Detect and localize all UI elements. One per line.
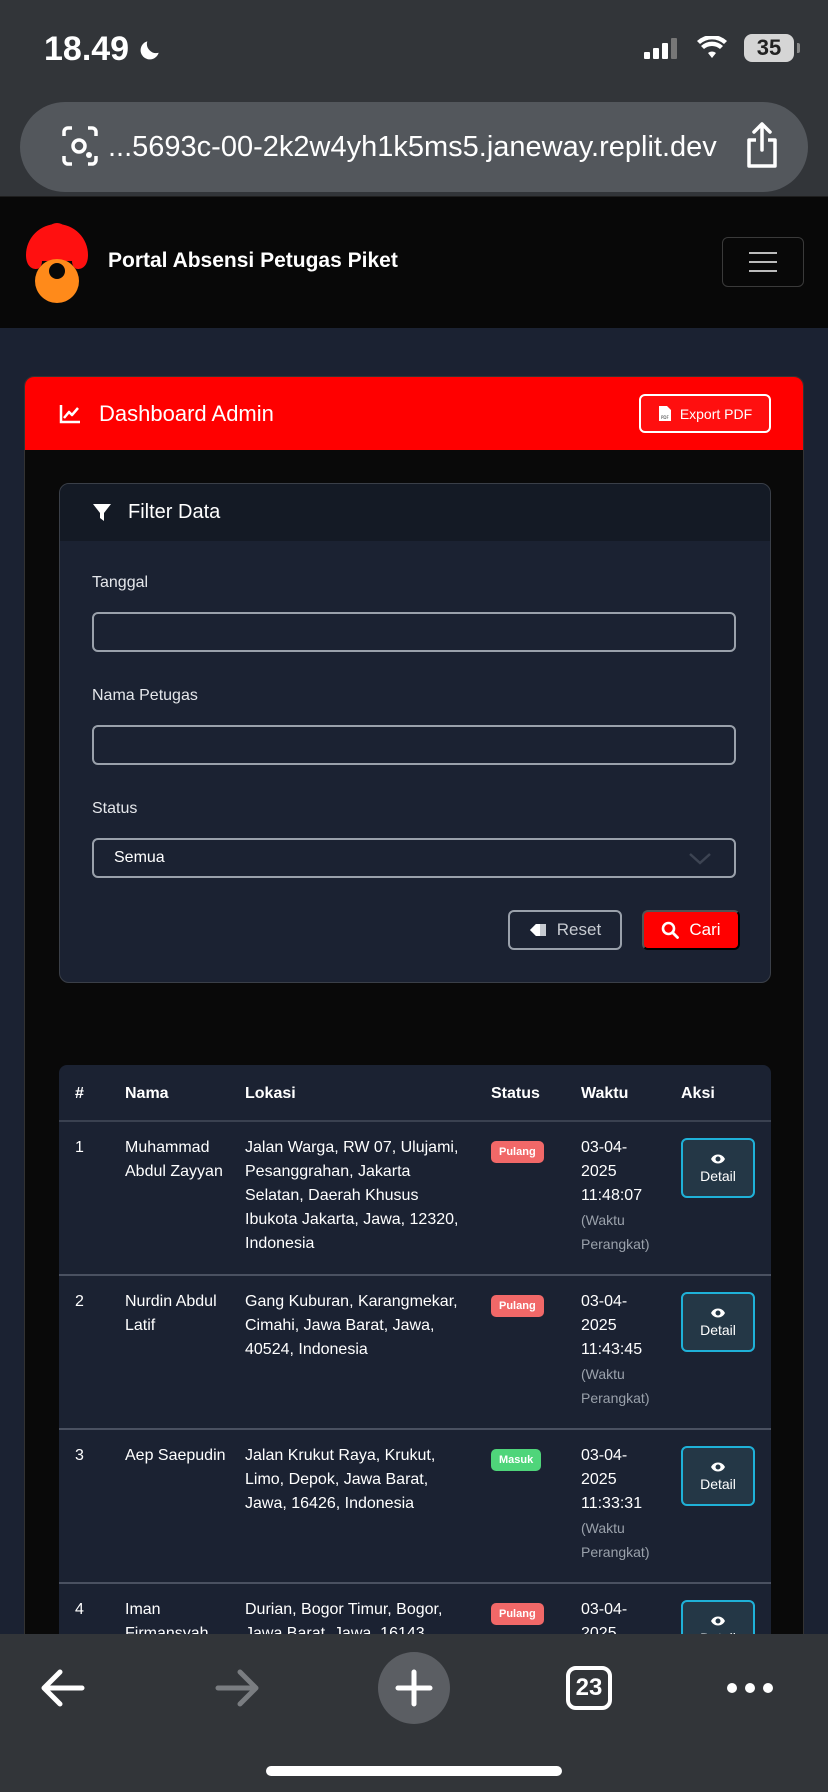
app-logo[interactable] bbox=[22, 221, 94, 305]
file-pdf-icon: PDF bbox=[658, 406, 671, 421]
date-label: Tanggal bbox=[92, 574, 149, 591]
tabs-button[interactable]: 23 bbox=[553, 1652, 625, 1724]
eye-icon bbox=[711, 1154, 725, 1163]
detail-button[interactable]: Detail bbox=[681, 1446, 755, 1506]
battery-icon: 35 bbox=[744, 34, 800, 62]
back-button[interactable] bbox=[26, 1652, 98, 1724]
moon-icon bbox=[140, 40, 159, 59]
signal-icon bbox=[644, 38, 677, 59]
card-header: Dashboard Admin PDF Export PDF bbox=[25, 377, 803, 450]
status-badge: Pulang bbox=[491, 1603, 544, 1625]
status-label: Status bbox=[92, 800, 138, 817]
timestamp: 03-04-2025 11:43:45 bbox=[581, 1293, 643, 1358]
status-time: 18.49 bbox=[44, 30, 163, 69]
col-header-aksi: Aksi bbox=[681, 1085, 715, 1102]
ios-status-area: 18.49 35 ...5693c-00-2k2w4yh1k5ms5.janew… bbox=[0, 0, 828, 196]
table-row: 1 Muhammad Abdul Zayyan Jalan Warga, RW … bbox=[59, 1122, 771, 1276]
eye-icon bbox=[711, 1308, 725, 1317]
reset-label: Reset bbox=[556, 920, 602, 939]
forward-button[interactable] bbox=[202, 1652, 274, 1724]
search-icon bbox=[662, 921, 680, 939]
chart-line-icon bbox=[59, 404, 80, 423]
table-row: 3 Aep Saepudin Jalan Krukut Raya, Krukut… bbox=[59, 1430, 771, 1584]
time-note: (Waktu Perangkat) bbox=[581, 1212, 650, 1252]
timestamp: 03-04-2025 11:33:31 bbox=[581, 1447, 643, 1512]
clock-text: 18.49 bbox=[44, 30, 130, 68]
col-header-lokasi[interactable]: Lokasi bbox=[245, 1065, 471, 1122]
table-row: 2 Nurdin Abdul Latif Gang Kuburan, Karan… bbox=[59, 1276, 771, 1430]
detail-button[interactable]: Detail bbox=[681, 1292, 755, 1352]
date-input[interactable] bbox=[92, 612, 736, 652]
row-number: 1 bbox=[75, 1139, 84, 1156]
col-header-waktu[interactable]: Waktu bbox=[581, 1065, 661, 1122]
col-header-nama[interactable]: Nama bbox=[125, 1065, 235, 1122]
wifi-icon bbox=[697, 36, 727, 58]
dashboard-title: Dashboard Admin bbox=[99, 400, 274, 426]
time-note: (Waktu Perangkat) bbox=[581, 1366, 650, 1406]
dashboard-card: Dashboard Admin PDF Export PDF Filter Da… bbox=[24, 376, 804, 1666]
url-text[interactable]: ...5693c-00-2k2w4yh1k5ms5.janeway.replit… bbox=[108, 102, 717, 192]
brand-title[interactable]: Portal Absensi Petugas Piket bbox=[108, 249, 398, 273]
status-select[interactable]: Semua bbox=[92, 838, 736, 878]
col-header-no: # bbox=[75, 1085, 84, 1102]
col-header-status[interactable]: Status bbox=[491, 1065, 540, 1122]
navbar: Portal Absensi Petugas Piket bbox=[0, 196, 828, 328]
chevron-down-icon bbox=[689, 853, 711, 865]
card-title: Dashboard Admin bbox=[59, 377, 274, 450]
status-badge: Masuk bbox=[491, 1449, 542, 1471]
export-pdf-button[interactable]: PDF Export PDF bbox=[639, 394, 771, 433]
location-text: Jalan Krukut Raya, Krukut, Limo, Depok, … bbox=[245, 1447, 436, 1512]
plus-icon bbox=[395, 1669, 433, 1707]
more-button[interactable] bbox=[714, 1652, 786, 1724]
location-text: Gang Kuburan, Karangmekar, Cimahi, Jawa … bbox=[245, 1293, 458, 1358]
name-label: Nama Petugas bbox=[92, 687, 198, 704]
row-number: 3 bbox=[75, 1447, 84, 1464]
menu-toggle-button[interactable] bbox=[722, 237, 804, 287]
new-tab-button[interactable] bbox=[378, 1652, 450, 1724]
detail-button[interactable]: Detail bbox=[681, 1138, 755, 1198]
status-selected: Semua bbox=[114, 849, 165, 866]
svg-text:PDF: PDF bbox=[661, 415, 669, 420]
filter-panel: Filter Data Tanggal Nama Petugas Status … bbox=[59, 483, 771, 983]
officer-name: Aep Saepudin bbox=[125, 1447, 226, 1464]
filter-icon bbox=[93, 503, 111, 521]
row-number: 4 bbox=[75, 1601, 84, 1618]
camera-lens-icon[interactable] bbox=[60, 124, 100, 168]
share-icon[interactable] bbox=[744, 120, 780, 170]
officer-name: Muhammad Abdul Zayyan bbox=[125, 1139, 223, 1180]
battery-level: 35 bbox=[756, 35, 782, 60]
tabs-count-icon: 23 bbox=[566, 1666, 612, 1710]
table-header: # Nama Lokasi Status Waktu Aksi bbox=[59, 1065, 771, 1122]
filter-header: Filter Data bbox=[60, 484, 770, 541]
arrow-left-icon bbox=[41, 1669, 85, 1707]
officer-name: Nurdin Abdul Latif bbox=[125, 1293, 217, 1334]
status-badge: Pulang bbox=[491, 1295, 544, 1317]
location-text: Jalan Warga, RW 07, Ulujami, Pesanggraha… bbox=[245, 1139, 459, 1252]
address-bar[interactable]: ...5693c-00-2k2w4yh1k5ms5.janeway.replit… bbox=[20, 102, 808, 192]
home-indicator bbox=[266, 1766, 562, 1776]
export-pdf-label: Export PDF bbox=[679, 405, 753, 422]
arrow-right-icon bbox=[215, 1669, 259, 1707]
search-label: Cari bbox=[689, 920, 721, 939]
attendance-table: # Nama Lokasi Status Waktu Aksi 1 Muhamm… bbox=[59, 1065, 771, 1665]
eye-icon bbox=[711, 1616, 725, 1625]
hamburger-icon bbox=[749, 252, 777, 254]
officer-name-input[interactable] bbox=[92, 725, 736, 765]
reset-button[interactable]: Reset bbox=[508, 910, 622, 950]
row-number: 2 bbox=[75, 1293, 84, 1310]
status-icons: 35 bbox=[644, 34, 800, 62]
time-note: (Waktu Perangkat) bbox=[581, 1520, 650, 1560]
eraser-icon bbox=[529, 924, 546, 936]
status-badge: Pulang bbox=[491, 1141, 544, 1163]
more-icon bbox=[727, 1683, 773, 1693]
search-button[interactable]: Cari bbox=[642, 910, 740, 950]
filter-title: Filter Data bbox=[128, 501, 221, 523]
eye-icon bbox=[711, 1462, 725, 1471]
timestamp: 03-04-2025 11:48:07 bbox=[581, 1139, 643, 1204]
